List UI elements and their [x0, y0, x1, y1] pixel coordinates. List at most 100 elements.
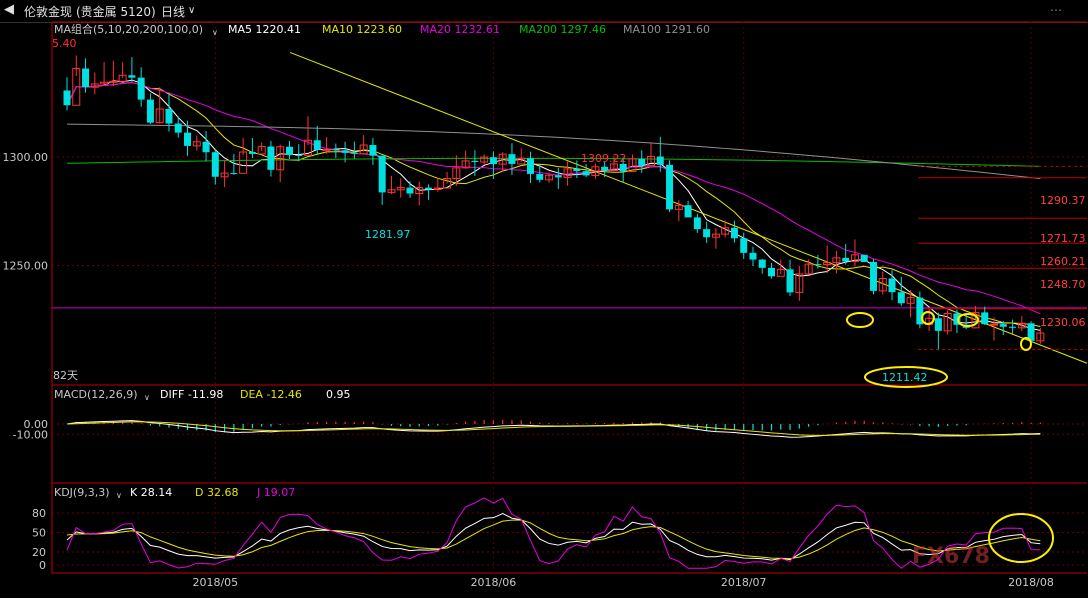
x-tick-label: 2018/06: [471, 576, 517, 589]
candle-body: [184, 132, 192, 146]
candle-body: [211, 152, 219, 177]
candle-body: [990, 323, 998, 326]
candle-body: [313, 140, 321, 150]
fib-label: 1290.37: [1040, 194, 1086, 207]
candle-body: [554, 175, 562, 178]
macd-value: 0.95: [326, 388, 351, 401]
candle-body: [332, 149, 340, 151]
candle-body: [758, 259, 766, 268]
candle-body: [425, 187, 433, 190]
candle-body: [378, 155, 386, 193]
kline-chart[interactable]: 1300.00 1250.00 2018/05 2018/06 2018/07 2018/…: [0, 0, 1088, 598]
highlight-ellipse: [846, 312, 874, 328]
candle-body: [267, 146, 275, 170]
candle-body: [703, 229, 711, 238]
ma100-value: MA100 1291.60: [623, 23, 710, 36]
fib-label: 1248.70: [1040, 278, 1086, 291]
kdj-tick-label: 20: [32, 546, 46, 559]
macd-tick-label: -10.00: [13, 428, 48, 441]
candle-body: [740, 238, 748, 253]
kdj-k-line: [66, 512, 1041, 561]
candle-body: [406, 187, 414, 194]
kdj-d-line: [66, 519, 1041, 560]
candle-body: [693, 217, 701, 230]
candle-body: [128, 75, 136, 78]
candle-body: [666, 164, 674, 210]
ma5-value: MA5 1220.41: [228, 23, 301, 36]
macd-dea: DEA -12.46: [240, 388, 302, 401]
kdj-tick-label: 80: [32, 507, 46, 520]
candle-body: [786, 269, 794, 293]
candle-body: [814, 264, 822, 266]
candle-body: [341, 150, 349, 153]
kdj-tick-label: 50: [32, 527, 46, 540]
candle-body: [638, 158, 646, 166]
ma20-value: MA20 1232.61: [420, 23, 500, 36]
candle-body: [934, 318, 942, 331]
kdj-d: D 32.68: [195, 486, 239, 499]
x-tick-label: 2018/05: [192, 576, 238, 589]
candle-body: [248, 151, 256, 154]
x-tick-label: 2018/08: [1008, 576, 1054, 589]
candle-body: [888, 278, 896, 293]
kdj-j: J 19.07: [257, 486, 296, 499]
candle-body: [536, 173, 544, 180]
candle-body: [285, 146, 293, 156]
candle-body: [489, 157, 497, 165]
candle-body: [619, 163, 627, 172]
candle-body: [295, 155, 303, 157]
candle-body: [322, 148, 331, 151]
candle-body: [137, 77, 145, 100]
macd-diff: DIFF -11.98: [160, 388, 224, 401]
candle-body: [1009, 326, 1017, 328]
chevron-down-icon[interactable]: ∨: [144, 391, 150, 404]
ma-combo-label[interactable]: MA组合(5,10,20,200,100,0): [54, 23, 203, 36]
fib-label: 1230.06: [1040, 316, 1086, 329]
ma5-line: [66, 79, 1041, 331]
candle-body: [684, 205, 692, 218]
candle-body: [369, 145, 377, 156]
candle-body: [508, 154, 516, 164]
candle-body: [230, 173, 238, 175]
days-label: 82天: [53, 369, 78, 382]
top-price-label: 5.40: [52, 37, 77, 50]
candle-body: [730, 227, 738, 239]
y-tick-label: 1300.00: [3, 151, 49, 164]
candle-body: [174, 123, 182, 133]
candle-body: [860, 254, 868, 262]
macd-label[interactable]: MACD(12,26,9): [54, 388, 138, 401]
candle-body: [869, 261, 877, 291]
candle-body: [768, 267, 776, 277]
kdj-tick-label: 0: [39, 559, 46, 572]
candle-body: [582, 171, 590, 176]
kdj-k: K 28.14: [130, 486, 173, 499]
candle-body: [981, 312, 989, 325]
fib-label: 1260.21: [1040, 255, 1086, 268]
candle-body: [165, 108, 173, 124]
ma200-value: MA200 1297.46: [519, 23, 606, 36]
candle-body: [897, 292, 905, 304]
candle-body: [601, 166, 609, 171]
candle-body: [842, 257, 850, 262]
candle-body: [63, 90, 71, 106]
kdj-label[interactable]: KDJ(9,3,3): [54, 486, 110, 499]
chevron-down-icon[interactable]: ∨: [116, 489, 122, 502]
macd-diff-line: [66, 420, 1041, 438]
candle-body: [573, 168, 581, 172]
chevron-down-icon[interactable]: ∨: [212, 26, 218, 39]
candle-body: [749, 252, 757, 260]
candle-body: [656, 156, 664, 165]
fib-label: 1271.73: [1040, 232, 1086, 245]
high-price-label: 1309.22: [581, 152, 627, 165]
x-tick-label: 2018/07: [721, 576, 767, 589]
candle-body: [109, 80, 118, 83]
candle-body: [202, 141, 210, 153]
y-tick-label: 1250.00: [3, 259, 49, 272]
low-price-label-2: 1211.42: [882, 371, 928, 384]
candle-body: [471, 160, 479, 162]
candle-body: [82, 68, 90, 88]
watermark: FX678: [912, 544, 990, 569]
low-price-label: 1281.97: [365, 228, 411, 241]
candle-body: [527, 158, 534, 174]
candle-body: [146, 99, 154, 123]
